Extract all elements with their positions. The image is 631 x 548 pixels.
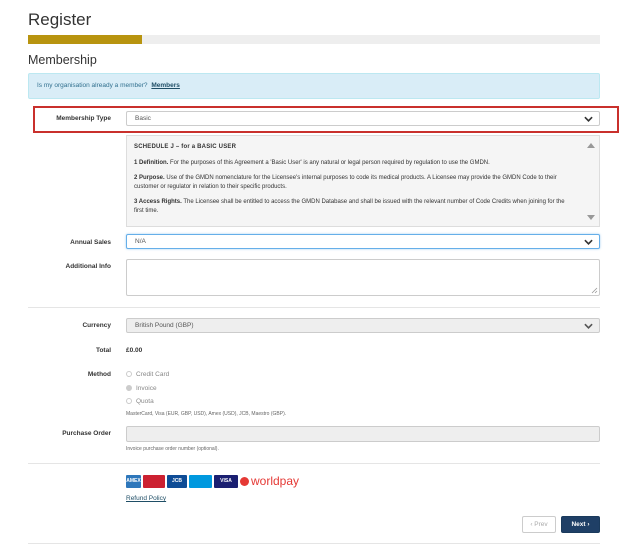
total-label: Total bbox=[95, 347, 111, 354]
total-value: £0.00 bbox=[126, 347, 143, 354]
progress-bar bbox=[28, 35, 600, 44]
purchase-order-input[interactable] bbox=[126, 426, 600, 442]
terms-item: 2 Purpose. Use of the GMDN nomenclature … bbox=[134, 175, 557, 190]
additional-info-label: Additional Info bbox=[65, 263, 112, 270]
terms-box[interactable]: SCHEDULE J – for a BASIC USER 1 Definiti… bbox=[126, 135, 600, 227]
jcb-card-icon: JCB bbox=[167, 475, 187, 488]
section-divider bbox=[28, 463, 600, 464]
section-heading-membership: Membership bbox=[28, 53, 97, 67]
method-option-credit-card[interactable]: Credit Card bbox=[126, 371, 169, 378]
worldpay-icon bbox=[240, 477, 249, 487]
scroll-down-arrow-icon[interactable] bbox=[587, 215, 595, 220]
annual-sales-select[interactable]: N/A bbox=[126, 234, 600, 249]
currency-label: Currency bbox=[82, 322, 111, 329]
membership-type-select[interactable]: Basic bbox=[126, 111, 600, 126]
currency-value: British Pound (GBP) bbox=[135, 322, 194, 329]
prev-button[interactable]: ‹ Prev bbox=[522, 516, 556, 533]
annual-sales-label: Annual Sales bbox=[70, 239, 111, 246]
annual-sales-value: N/A bbox=[135, 238, 146, 245]
next-button[interactable]: Next › bbox=[561, 516, 600, 533]
purchase-order-label: Purchase Order bbox=[62, 430, 111, 437]
method-option-invoice[interactable]: Invoice bbox=[126, 385, 157, 392]
method-hint: MasterCard, Visa (EUR, GBP, USD), Amex (… bbox=[126, 411, 287, 417]
maestro-card-icon bbox=[189, 475, 212, 488]
visa-card-icon: VISA bbox=[214, 475, 238, 488]
method-label: Method bbox=[87, 371, 111, 378]
chevron-down-icon bbox=[584, 239, 593, 245]
worldpay-logo: worldpay bbox=[240, 474, 299, 488]
resize-grip-icon[interactable] bbox=[591, 287, 598, 294]
chevron-down-icon bbox=[584, 323, 593, 329]
member-info-text: Is my organisation already a member? bbox=[37, 82, 148, 89]
refund-policy-link[interactable]: Refund Policy bbox=[126, 495, 166, 502]
additional-info-textarea[interactable] bbox=[126, 259, 600, 296]
radio-checked-icon[interactable] bbox=[126, 385, 132, 392]
chevron-left-icon: ‹ bbox=[530, 521, 533, 528]
mastercard-card-icon bbox=[143, 475, 165, 488]
scroll-up-arrow-icon[interactable] bbox=[587, 143, 595, 148]
section-divider bbox=[28, 307, 600, 308]
terms-item: 3 Access Rights. The Licensee shall be e… bbox=[134, 199, 565, 214]
members-link[interactable]: Members bbox=[151, 82, 180, 89]
chevron-right-icon: › bbox=[587, 521, 590, 528]
membership-type-value: Basic bbox=[135, 115, 151, 122]
chevron-down-icon bbox=[584, 116, 593, 122]
page-title: Register bbox=[28, 10, 92, 29]
member-info-alert: Is my organisation already a member? Mem… bbox=[28, 73, 600, 99]
section-divider bbox=[28, 543, 600, 544]
currency-select[interactable]: British Pound (GBP) bbox=[126, 318, 600, 333]
terms-heading: SCHEDULE J – for a BASIC USER bbox=[134, 144, 237, 150]
membership-type-label: Membership Type bbox=[56, 115, 111, 122]
progress-fill bbox=[28, 35, 143, 44]
radio-icon[interactable] bbox=[126, 371, 132, 378]
amex-card-icon: AMEX bbox=[126, 475, 141, 488]
method-option-quota[interactable]: Quota bbox=[126, 398, 154, 405]
purchase-order-hint: Invoice purchase order number (optional)… bbox=[126, 446, 219, 452]
radio-icon[interactable] bbox=[126, 398, 132, 405]
terms-item: 1 Definition. For the purposes of this A… bbox=[134, 160, 490, 166]
